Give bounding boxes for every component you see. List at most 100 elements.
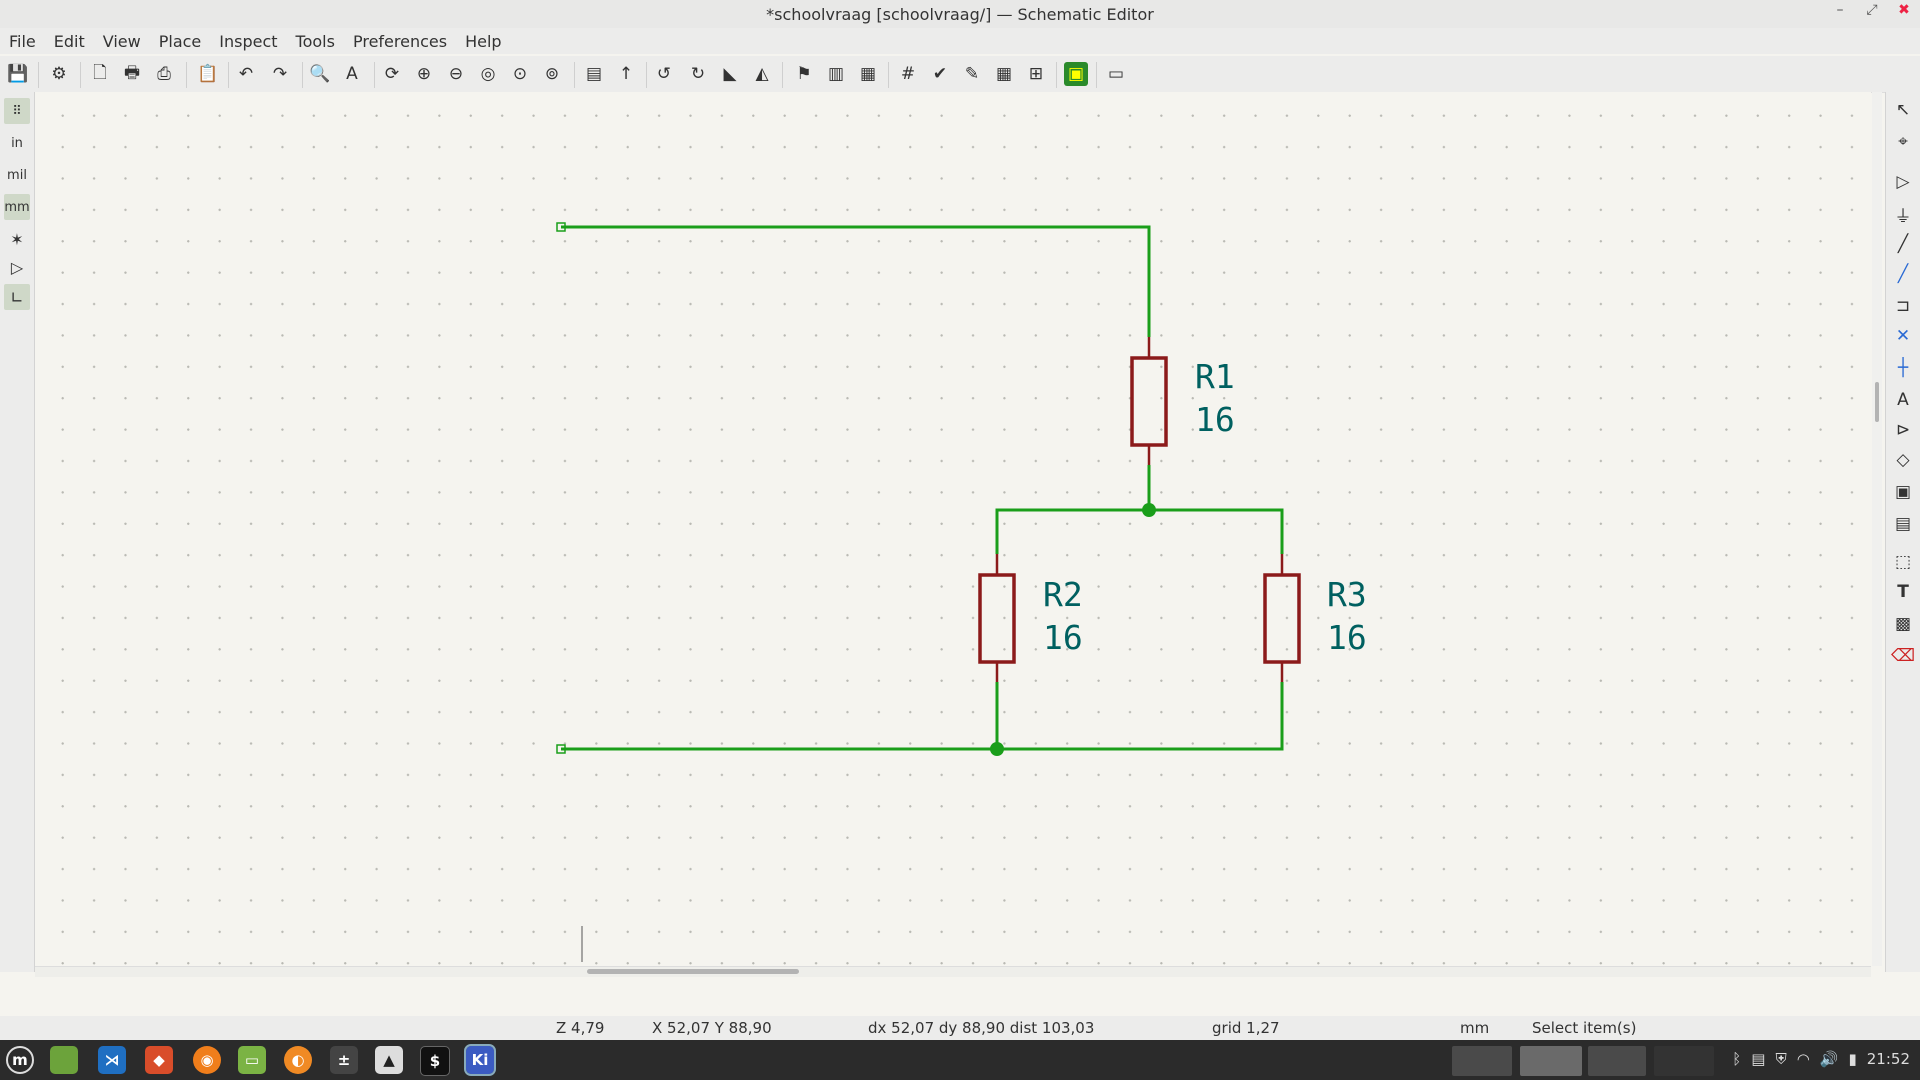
rotate-cw-icon[interactable]: ↻ [686,62,710,86]
add-label-icon[interactable]: A [1891,388,1915,412]
workspace-1[interactable] [1452,1046,1512,1076]
no-connect-icon[interactable]: ✕ [1891,324,1915,348]
delete-tool-icon[interactable]: ⌫ [1891,644,1915,668]
volume-icon[interactable]: 🔊 [1820,1050,1839,1068]
zoom-fit-icon[interactable]: ◎ [476,62,500,86]
calculator-icon[interactable]: ± [330,1046,358,1074]
zoom-out-icon[interactable]: ⊖ [444,62,468,86]
menu-place[interactable]: Place [150,32,211,51]
maximize-icon[interactable]: ⤢ [1862,2,1882,18]
page-settings-icon[interactable]: 🗋 [88,62,112,86]
workspace-4[interactable] [1654,1046,1714,1076]
vscode-icon[interactable]: ⋊ [98,1046,126,1074]
import-sheet-pin-icon[interactable]: ▤ [1891,512,1915,536]
add-image-icon[interactable]: ▩ [1891,612,1915,636]
symbol-browser-icon[interactable]: ▥ [824,62,848,86]
workspace-2[interactable] [1520,1046,1582,1076]
horizontal-scrollbar[interactable] [35,966,1871,977]
undo-icon[interactable]: ↶ [234,62,258,86]
open-pcb-icon[interactable]: ▣ [1064,62,1088,86]
menu-tools[interactable]: Tools [287,32,344,51]
erc-icon[interactable]: ✔ [928,62,952,86]
blender-icon[interactable]: ◉ [193,1046,221,1074]
clock[interactable]: 21:52 [1867,1050,1910,1068]
unit-inch-button[interactable]: in [4,130,30,156]
add-junction-icon[interactable]: ┼ [1891,356,1915,380]
menu-preferences[interactable]: Preferences [344,32,456,51]
paste-icon[interactable]: 📋 [196,62,220,86]
status-bar: Z 4,79 X 52,07 Y 88,90 dx 52,07 dy 88,90… [0,1016,1920,1040]
battery-icon[interactable]: ▮ [1849,1050,1857,1068]
firefox-icon[interactable]: ◐ [284,1046,312,1074]
redo-icon[interactable]: ↷ [268,62,292,86]
grid-readout: grid 1,27 [1212,1019,1280,1037]
leave-sheet-icon[interactable]: ↑ [614,62,638,86]
add-wire-icon[interactable]: ╱ [1891,232,1915,256]
add-power-icon[interactable]: ⏚ [1891,202,1915,227]
hidden-pins-icon[interactable]: ▷ [4,254,30,280]
line-mode-icon[interactable]: ∟ [4,284,30,310]
menu-inspect[interactable]: Inspect [210,32,286,51]
menu-icon[interactable]: m [6,1046,34,1074]
clipboard-icon[interactable]: ▤ [1751,1050,1765,1068]
mirror-horizontal-icon[interactable]: ◭ [750,62,774,86]
inkscape-icon[interactable]: ▲ [375,1046,403,1074]
select-tool-icon[interactable]: ↖ [1891,98,1915,122]
unit-mil-button[interactable]: mil [4,162,30,188]
workspace-3[interactable] [1588,1046,1646,1076]
vertical-scroll-thumb[interactable] [1875,382,1879,422]
menu-help[interactable]: Help [456,32,510,51]
r2-ref: R2 [1043,575,1083,614]
add-bus-icon[interactable]: ╱ [1891,262,1915,286]
refresh-icon[interactable]: ⟳ [380,62,404,86]
find-icon[interactable]: 🔍 [308,62,332,86]
vertical-scrollbar[interactable] [1872,92,1882,966]
add-text-icon[interactable]: T [1891,580,1915,604]
shield-icon[interactable]: ⛨ [1775,1050,1786,1068]
add-hier-label-icon[interactable]: ◇ [1891,448,1915,472]
scripting-console-icon[interactable]: ▭ [1104,62,1128,86]
kicad-icon[interactable]: Ki [464,1044,496,1076]
add-symbol-icon[interactable]: ▷ [1891,170,1915,194]
show-desktop-icon[interactable] [50,1046,78,1074]
footprint-assignment-icon[interactable]: ▦ [856,62,880,86]
add-graphic-line-icon[interactable]: ⬚ [1891,550,1915,574]
horizontal-scroll-thumb[interactable] [587,969,799,974]
bus-entry-icon[interactable]: ⊐ [1891,294,1915,318]
hierarchy-navigator-icon[interactable]: ▤ [582,62,606,86]
symbol-editor-icon[interactable]: ⚑ [792,62,816,86]
mirror-vertical-icon[interactable]: ◣ [718,62,742,86]
zoom-selection-icon[interactable]: ⊚ [540,62,564,86]
cursor-style-icon[interactable]: ✶ [4,226,30,252]
minimize-icon[interactable]: – [1830,2,1850,18]
zoom-objects-icon[interactable]: ⊙ [508,62,532,86]
highlight-net-icon[interactable]: ⌖ [1891,130,1915,154]
system-tray: ᛒ ▤ ⛨ ◠ 🔊 ▮ 21:52 [1732,1050,1910,1068]
bom-table-icon[interactable]: ▦ [992,62,1016,86]
terminal-icon[interactable]: $ [420,1046,450,1076]
files-icon[interactable]: ▭ [238,1046,266,1074]
git-app-icon[interactable]: ◆ [145,1046,173,1074]
edit-fields-icon[interactable]: ✎ [960,62,984,86]
generate-bom-icon[interactable]: ⊞ [1024,62,1048,86]
menu-edit[interactable]: Edit [45,32,94,51]
add-sheet-icon[interactable]: ▣ [1891,480,1915,504]
grid-toggle-icon[interactable]: ⠿ [4,98,30,124]
schematic-setup-icon[interactable]: ⚙ [47,62,71,86]
menu-view[interactable]: View [94,32,150,51]
wifi-icon[interactable]: ◠ [1797,1050,1810,1068]
rotate-ccw-icon[interactable]: ↺ [652,62,676,86]
unit-mm-button[interactable]: mm [4,194,30,220]
annotate-icon[interactable]: # [896,62,920,86]
print-icon[interactable]: 🖶 [120,62,144,86]
menu-file[interactable]: File [0,32,45,51]
find-replace-icon[interactable]: A [340,62,364,86]
plot-icon[interactable]: ⎙ [152,62,176,86]
schematic-canvas[interactable]: R1 16 R2 16 R3 16 [35,92,1871,966]
add-global-label-icon[interactable]: ⊳ [1891,418,1915,442]
save-icon[interactable]: 💾 [6,62,30,86]
zoom-in-icon[interactable]: ⊕ [412,62,436,86]
junction-bottom [990,742,1004,756]
close-icon[interactable]: ✖ [1894,2,1914,18]
bluetooth-icon[interactable]: ᛒ [1732,1050,1741,1068]
